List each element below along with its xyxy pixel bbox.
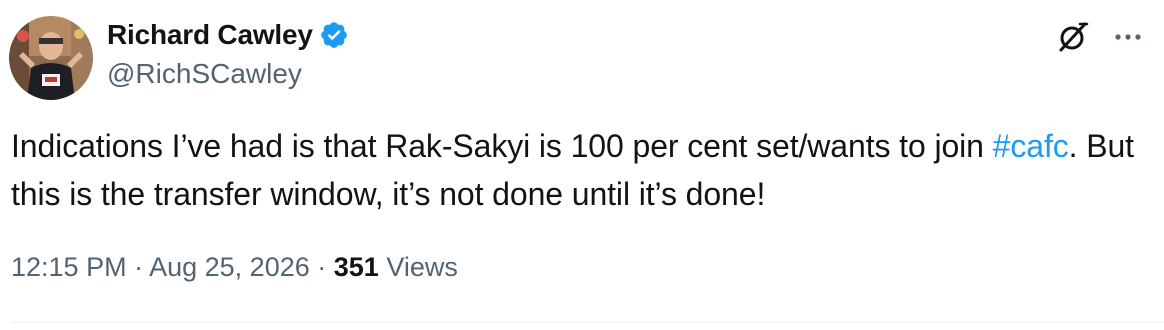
verified-badge-icon[interactable] bbox=[319, 20, 349, 50]
divider bbox=[11, 322, 1164, 323]
avatar-image bbox=[9, 16, 93, 100]
tweet-text-part-1: Indications I’ve had is that Rak-Sakyi i… bbox=[11, 128, 993, 164]
tweet-card: Richard Cawley @RichSCawley Indications bbox=[0, 0, 1164, 330]
tweet-date[interactable]: Aug 25, 2026 bbox=[149, 252, 310, 282]
tweet-actions-top bbox=[1056, 20, 1144, 54]
more-options-icon[interactable] bbox=[1112, 21, 1144, 53]
meta-separator: · bbox=[309, 252, 334, 282]
tweet-time[interactable]: 12:15 PM bbox=[11, 252, 127, 282]
meta-separator: · bbox=[126, 252, 150, 282]
views-label: Views bbox=[378, 252, 458, 282]
tweet-meta: 12:15 PM · Aug 25, 2026 · 351 Views bbox=[11, 252, 458, 283]
avatar[interactable] bbox=[9, 16, 93, 100]
views-count[interactable]: 351 bbox=[334, 252, 379, 282]
author-name-row: Richard Cawley bbox=[107, 16, 349, 54]
tweet-text: Indications I’ve had is that Rak-Sakyi i… bbox=[11, 122, 1141, 218]
author-handle[interactable]: @RichSCawley bbox=[107, 58, 302, 90]
author-display-name[interactable]: Richard Cawley bbox=[107, 19, 313, 51]
grok-icon[interactable] bbox=[1056, 20, 1090, 54]
hashtag-link[interactable]: #cafc bbox=[993, 128, 1069, 164]
